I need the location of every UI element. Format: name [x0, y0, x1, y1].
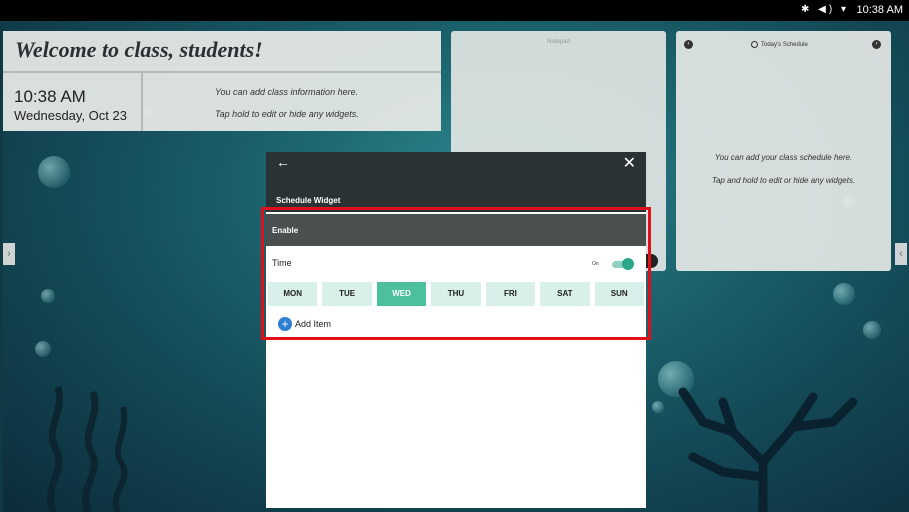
edit-hint-text: Tap and hold to edit or hide any widgets… [711, 176, 856, 185]
prev-day-button[interactable]: ‹ [684, 40, 693, 49]
right-edge-handle[interactable]: ‹ [895, 243, 907, 265]
bubble-decoration [35, 341, 51, 357]
current-time: 10:38 AM [14, 87, 86, 106]
highlight-box [261, 207, 651, 340]
notepad-title: Notepad [547, 39, 570, 45]
left-edge-handle[interactable]: › [3, 243, 15, 265]
bubble-decoration [833, 283, 855, 305]
schedule-hint-text: You can add your class schedule here. [714, 153, 853, 162]
schedule-card-title: Today's Schedule [761, 42, 808, 49]
bubble-decoration [41, 289, 55, 303]
schedule-card-widget[interactable]: ‹ Today's Schedule › You can add your cl… [676, 31, 891, 271]
dialog-title: Schedule Widget [276, 196, 341, 205]
bubble-decoration [863, 321, 881, 339]
close-icon[interactable]: ✕ [623, 153, 636, 173]
next-day-button[interactable]: › [872, 40, 881, 49]
seaweed-decoration [47, 386, 128, 512]
bubble-decoration [38, 156, 70, 188]
welcome-title: Welcome to class, students! [15, 37, 263, 62]
status-clock: 10:38 AM [856, 4, 903, 16]
welcome-widget[interactable]: Welcome to class, students! 10:38 AM Wed… [3, 31, 441, 131]
clock-icon [751, 41, 758, 48]
class-info-text: You can add class information here. [215, 87, 359, 97]
edit-hint-text: Tap hold to edit or hide any widgets. [215, 109, 359, 119]
status-icons: ✱ ◀) ▾ [801, 4, 849, 15]
coral-decoration [678, 387, 858, 512]
time-box: 10:38 AM Wednesday, Oct 23 [3, 73, 143, 131]
status-bar: ✱ ◀) ▾ 10:38 AM [0, 0, 909, 21]
back-arrow-icon[interactable]: ← [276, 154, 290, 170]
schedule-card-header: Today's Schedule [751, 41, 808, 48]
dialog-header: ← ✕ Schedule Widget [266, 152, 646, 212]
current-date: Wednesday, Oct 23 [14, 108, 127, 123]
